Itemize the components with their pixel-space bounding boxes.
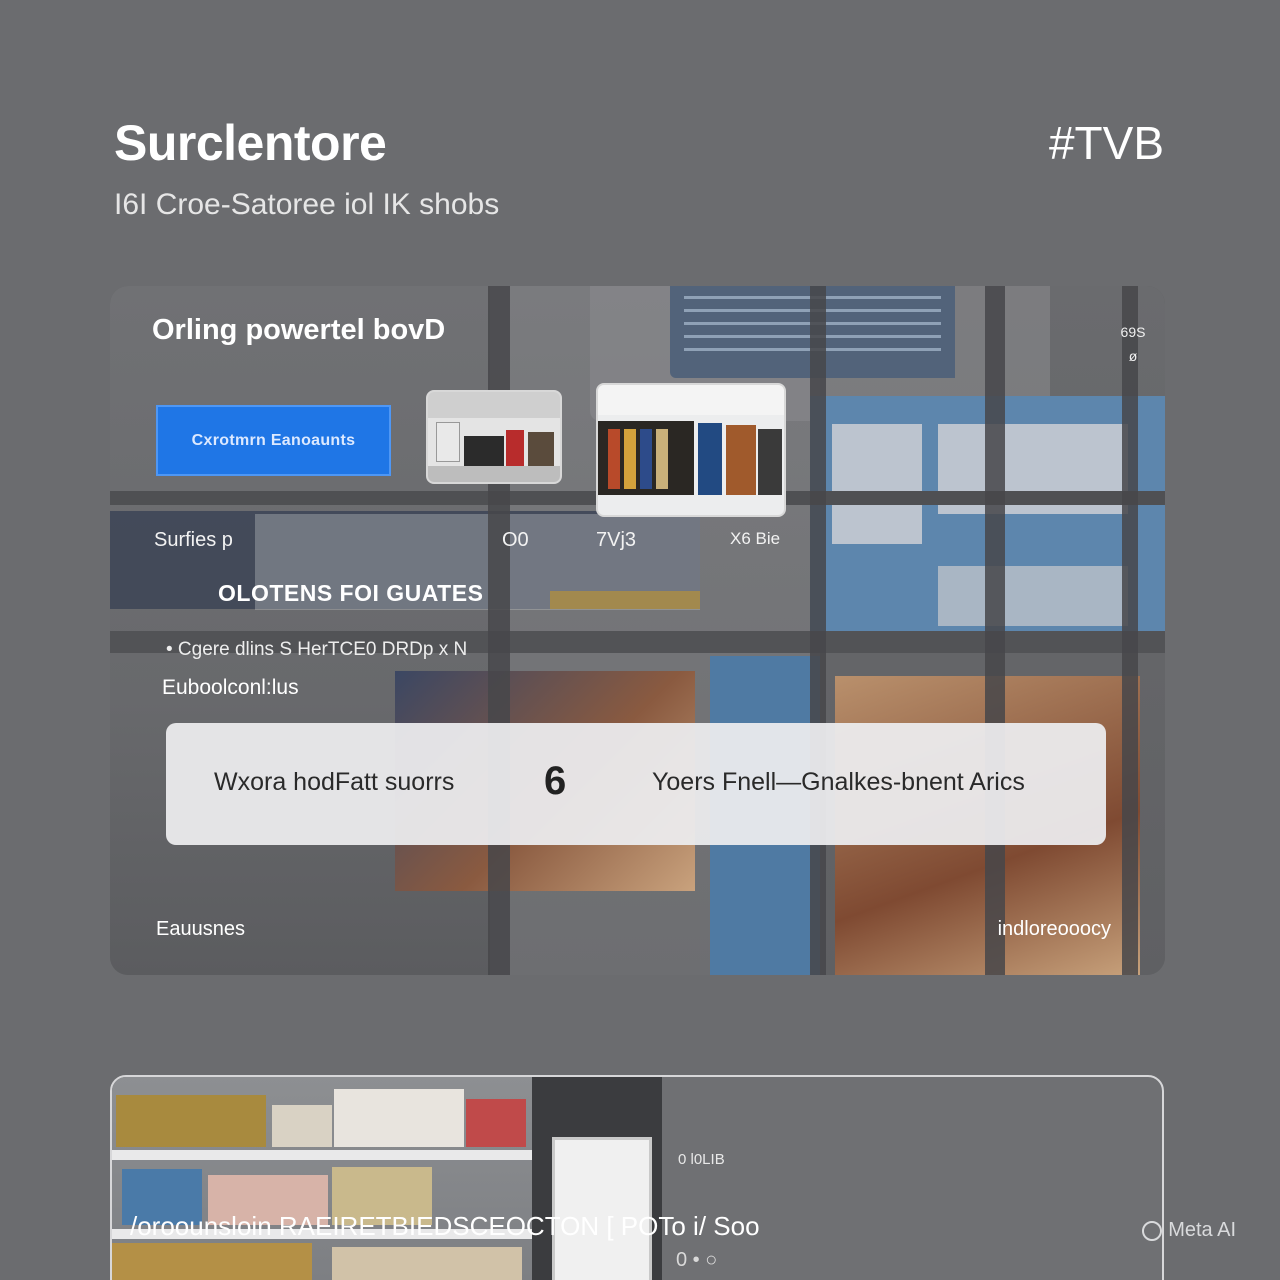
- thumbnail-book-display[interactable]: [596, 383, 786, 517]
- store-card-label: /oroounsloin RAEIRETBIEDSCEOCTON [ POTo …: [130, 1211, 760, 1241]
- thumb-floor: [428, 466, 560, 482]
- thumb-shelf: [436, 422, 460, 462]
- shelf-goods: [466, 1099, 526, 1147]
- store-photo: [112, 1077, 662, 1280]
- hero-footer-left[interactable]: Eauusnes: [156, 918, 245, 941]
- thumb-book: [656, 429, 668, 489]
- thumb-wall: [428, 392, 560, 418]
- shelf-goods: [332, 1247, 522, 1280]
- bullet-item: • Cgere dlins S HerTCE0 DRDp x N: [166, 639, 468, 660]
- shelf-row: [112, 1150, 552, 1160]
- info-bar-count: 6: [544, 759, 567, 803]
- store-card-sub: 0 • ○: [676, 1249, 718, 1271]
- hero-pillar: [1122, 286, 1138, 975]
- shelf-goods: [116, 1095, 266, 1147]
- thumb-book: [758, 429, 782, 495]
- window-pane: [832, 424, 922, 544]
- cta-button[interactable]: Cxrotmrn Eanoaunts: [156, 405, 391, 476]
- watermark: Meta AI: [1142, 1219, 1236, 1242]
- sub-label: Euboolconl:lus: [162, 676, 299, 699]
- shelf-goods: [334, 1089, 464, 1147]
- hero-meta-2: O0: [502, 529, 529, 551]
- corner-badge-top: 69S: [1120, 324, 1146, 340]
- store-door: [552, 1137, 652, 1280]
- info-bar-left: Wxora hodFatt suorrs: [214, 768, 455, 796]
- hero-meta-3: 7Vj3: [596, 529, 637, 551]
- store-card[interactable]: 0 l0LIB /oroounsloin RAEIRETBIEDSCEOCTON…: [110, 1075, 1164, 1280]
- window-pane: [938, 566, 1128, 626]
- hero-pillar: [985, 286, 1005, 975]
- thumb-book: [608, 429, 620, 489]
- shelf-goods: [272, 1105, 332, 1147]
- thumb-item: [528, 432, 554, 466]
- header-tag[interactable]: #TVB: [1049, 116, 1164, 170]
- hero-meta-1: Surfies p: [154, 529, 233, 551]
- thumb-item: [506, 430, 524, 466]
- info-bar[interactable]: Wxora hodFatt suorrs 6 Yoers Fnell—Gnalk…: [166, 723, 1106, 845]
- store-card-pin: 0 l0LIB: [678, 1151, 725, 1168]
- thumb-book: [624, 429, 636, 489]
- page-title: Surclentore: [114, 115, 387, 171]
- hero-card[interactable]: Orling powertel bovD 69S ø Cxrotmrn Eano…: [110, 286, 1165, 975]
- meta-ring-icon: [1142, 1220, 1163, 1241]
- thumbnail-store-interior[interactable]: [426, 390, 562, 484]
- page-subtitle: I6I Croe-Satoree iol IK shobs: [114, 188, 500, 221]
- hero-gold-line: [550, 591, 700, 609]
- hero-heading: Orling powertel bovD: [152, 314, 446, 346]
- thumb-book: [726, 425, 756, 495]
- hero-pillar: [810, 286, 826, 975]
- hero-footer-right[interactable]: indloreooocy: [998, 918, 1111, 941]
- corner-badge-bottom: ø: [1128, 348, 1138, 364]
- thumb-book: [698, 423, 722, 495]
- hero-corner-badge[interactable]: 69S ø: [1119, 320, 1147, 368]
- info-bar-right: Yoers Fnell—Gnalkes-bnent Arics: [652, 768, 1025, 796]
- thumb-book: [640, 429, 652, 489]
- thumb-box: [464, 436, 504, 466]
- shelf-goods: [112, 1243, 312, 1280]
- watermark-text: Meta AI: [1168, 1219, 1236, 1241]
- thumb-wall: [598, 385, 784, 415]
- section-heading: OLOTENS FOI GUATES: [218, 580, 484, 606]
- hero-meta-4: X6 Bie: [730, 529, 781, 548]
